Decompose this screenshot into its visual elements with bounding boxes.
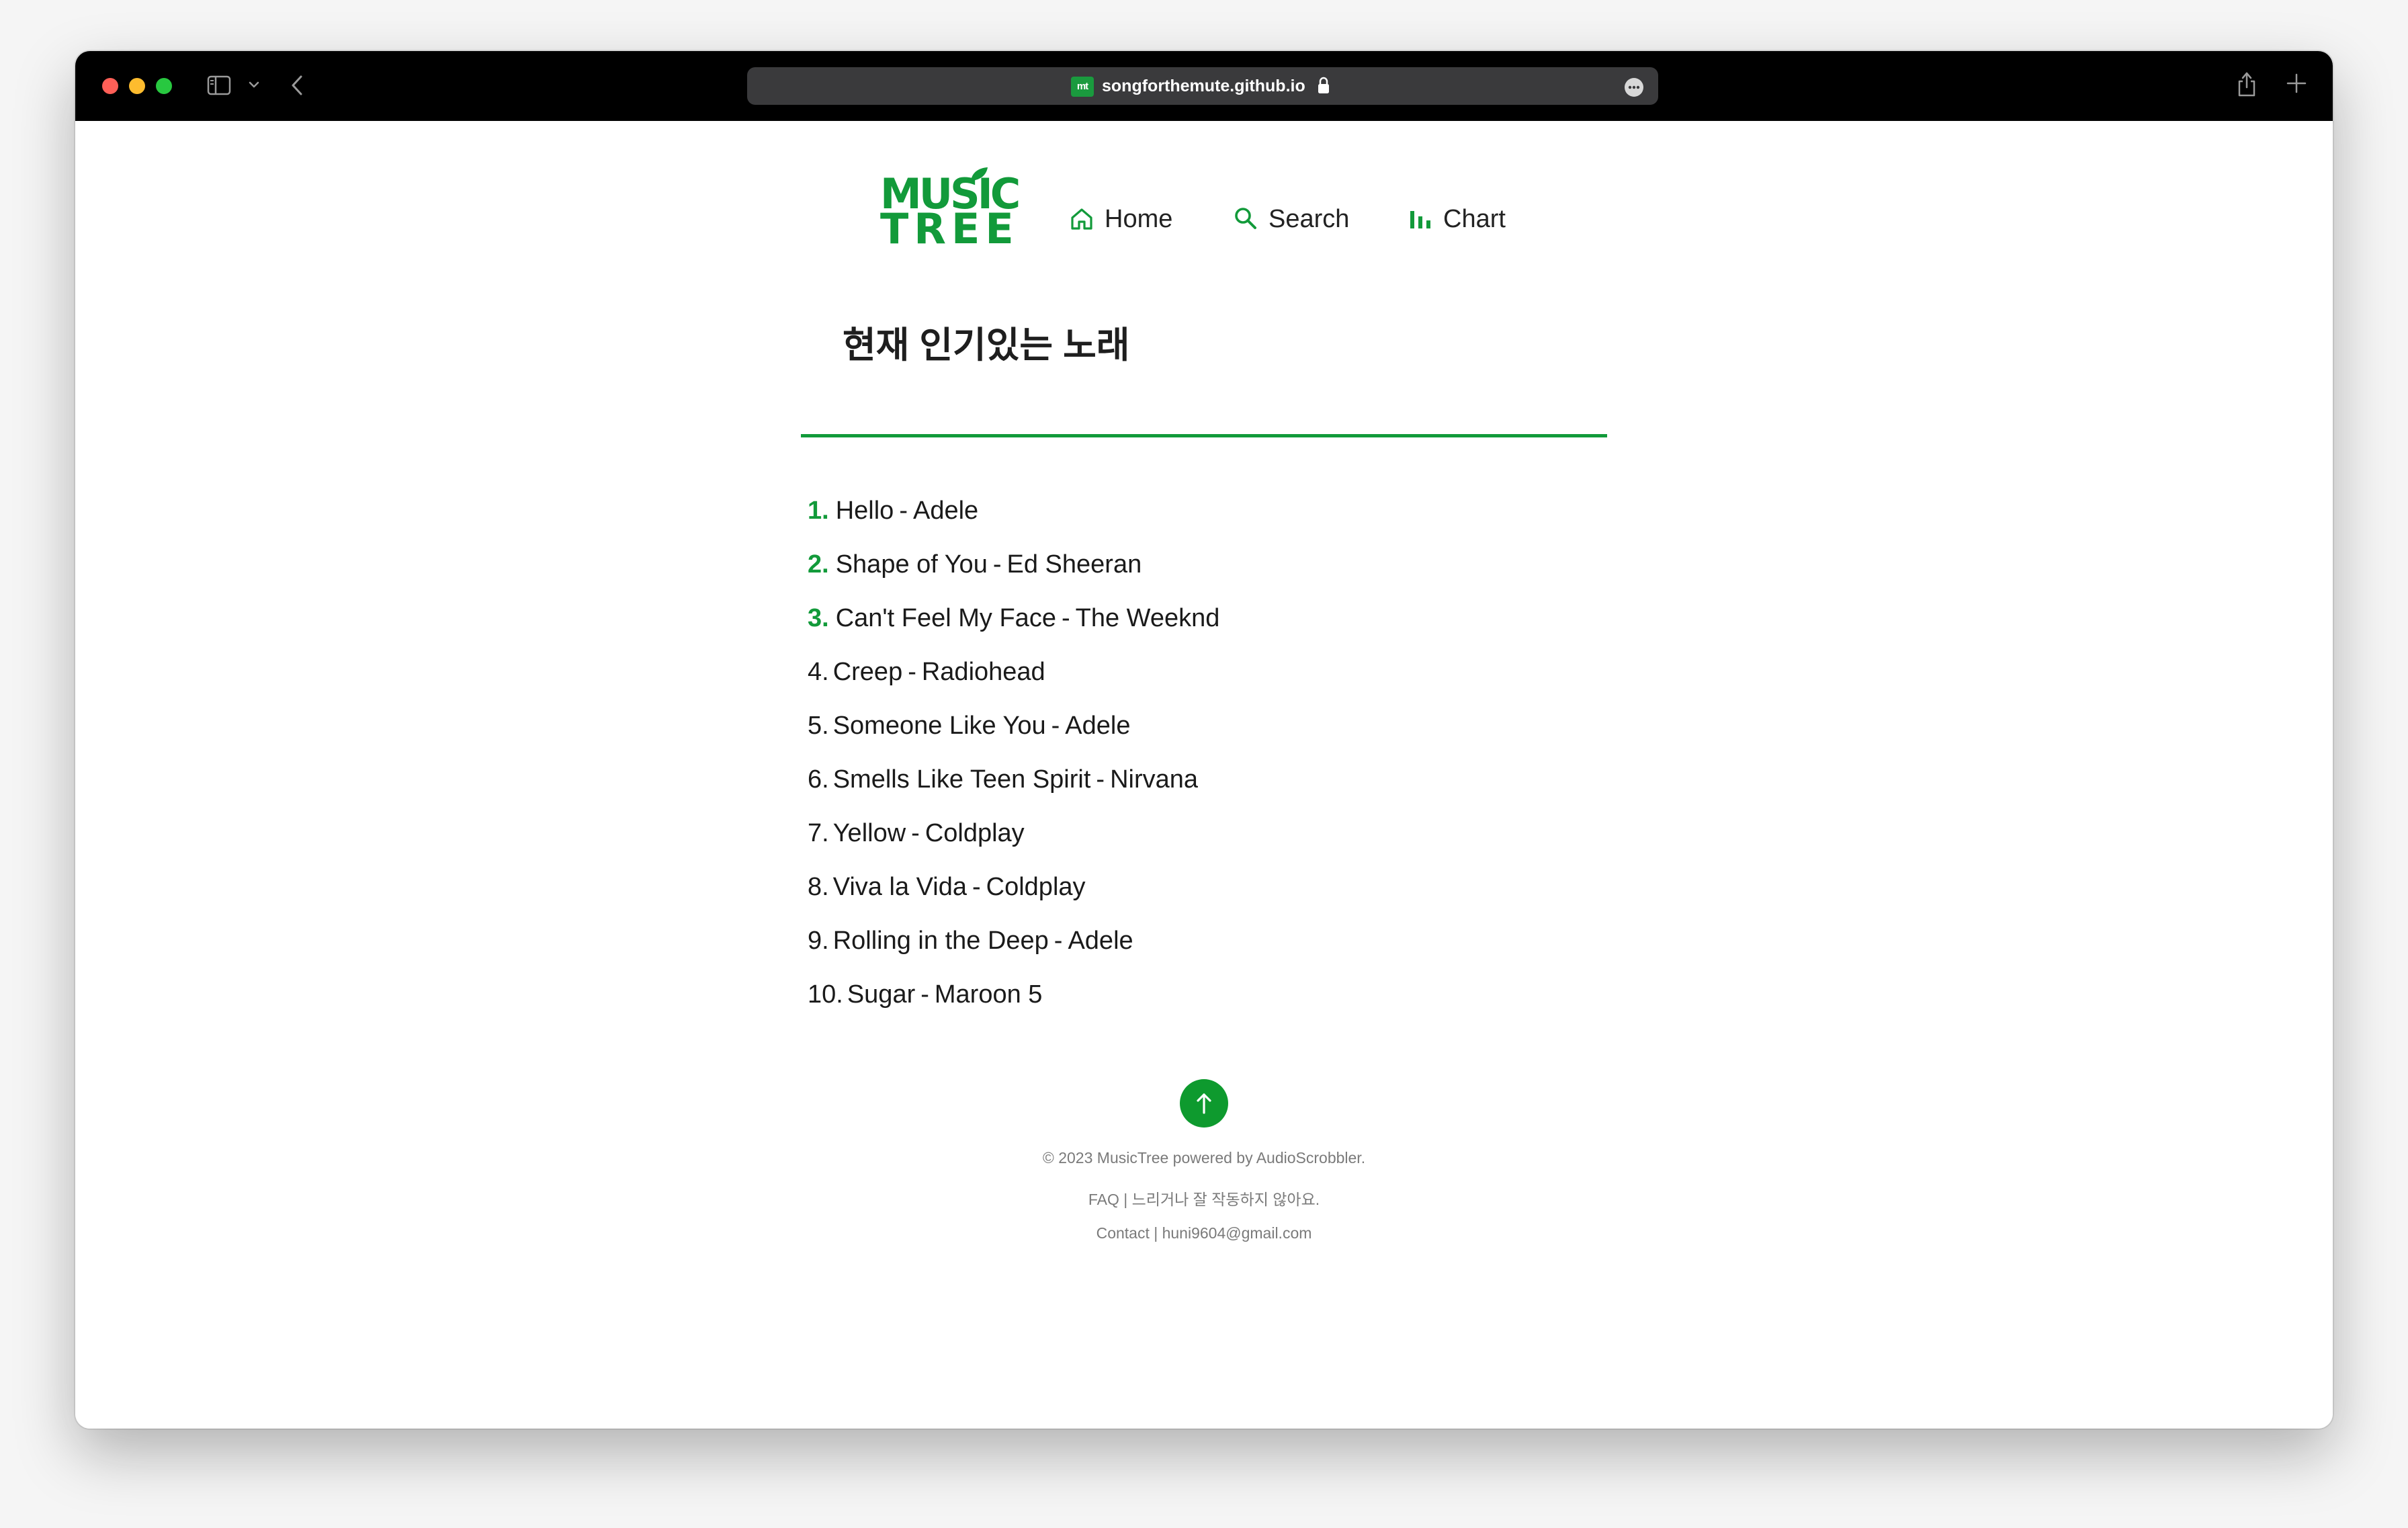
lock-icon (1318, 77, 1329, 93)
song-rank: 9. (808, 927, 829, 955)
song-separator: - (1051, 712, 1060, 740)
list-item[interactable]: 5. Someone Like You - Adele (808, 699, 1614, 753)
browser-titlebar: mt songforthemute.github.io (75, 51, 2333, 121)
song-separator: - (1061, 604, 1070, 632)
nav-home[interactable]: Home (1068, 200, 1172, 238)
nav-home-label: Home (1105, 204, 1173, 233)
song-title: Rolling in the Deep (832, 927, 1049, 955)
song-separator: - (908, 658, 916, 686)
song-title: Yellow (832, 819, 906, 847)
page-content: MUSIC TREE Home Search Chart 현재 인기있는 노래 … (75, 121, 2333, 1429)
song-title: Can't Feel My Face (835, 604, 1056, 632)
song-rank: 7. (808, 819, 829, 847)
song-chart-list: 1. Hello - Adele 2. Shape of You - Ed Sheeran … (808, 484, 1614, 1021)
song-title: Creep (832, 658, 903, 686)
song-rank: 8. (808, 873, 829, 901)
song-rank: 10. (808, 980, 843, 1009)
bar-chart-icon (1410, 211, 1430, 228)
more-options-icon[interactable] (1623, 77, 1645, 98)
chevron-down-icon[interactable] (247, 78, 261, 91)
list-item[interactable]: 7. Yellow - Coldplay (808, 806, 1614, 860)
song-separator: - (992, 550, 1002, 579)
nav-search-label: Search (1268, 204, 1350, 233)
scroll-to-top-button[interactable] (1180, 1079, 1228, 1128)
song-rank: 3. (808, 604, 829, 632)
site-favicon: mt (1071, 77, 1094, 97)
song-separator: - (1054, 927, 1063, 955)
list-item[interactable]: 8. Viva la Vida - Coldplay (808, 860, 1614, 914)
list-item[interactable]: 2. Shape of You - Ed Sheeran (808, 538, 1614, 591)
address-bar[interactable]: mt songforthemute.github.io (747, 67, 1658, 105)
song-rank: 4. (808, 658, 829, 686)
song-artist: Nirvana (1110, 765, 1199, 794)
song-rank: 1. (808, 497, 829, 525)
song-artist: Adele (1065, 712, 1131, 740)
musictree-logo[interactable]: MUSIC TREE (880, 167, 1021, 253)
zoom-window-button[interactable] (156, 78, 172, 94)
song-rank: 2. (808, 550, 829, 579)
footer-faq[interactable]: FAQ | 느리거나 잘 작동하지 않아요. (75, 1187, 2333, 1209)
song-rank: 5. (808, 712, 829, 740)
song-title: Smells Like Teen Spirit (832, 765, 1091, 794)
back-arrow-icon[interactable] (288, 74, 306, 97)
song-artist: Adele (1068, 927, 1133, 955)
song-artist: Coldplay (924, 819, 1025, 847)
share-icon[interactable] (2236, 70, 2258, 98)
logo-line-tree: TREE (880, 204, 1019, 253)
minimize-window-button[interactable] (129, 78, 145, 94)
footer-contact[interactable]: Contact | huni9604@gmail.com (75, 1224, 2333, 1242)
home-icon (1071, 208, 1092, 230)
song-artist: Coldplay (986, 873, 1086, 901)
song-rank: 6. (808, 765, 829, 794)
arrow-up-icon (1197, 1093, 1211, 1114)
leaf-icon (971, 167, 988, 181)
list-item[interactable]: 10. Sugar - Maroon 5 (808, 968, 1614, 1021)
song-separator: - (899, 497, 908, 525)
song-artist: Ed Sheeran (1006, 550, 1142, 579)
page-title: 현재 인기있는 노래 (843, 325, 1130, 366)
list-item[interactable]: 1. Hello - Adele (808, 484, 1614, 538)
nav-chart-label: Chart (1443, 204, 1506, 233)
song-separator: - (920, 980, 929, 1009)
url-text[interactable]: songforthemute.github.io (1102, 75, 1305, 97)
search-icon (1235, 208, 1256, 229)
footer-copyright: © 2023 MusicTree powered by AudioScrobbl… (1042, 1149, 1366, 1166)
song-separator: - (1096, 765, 1105, 794)
browser-window: mt songforthemute.github.io MUSIC TREE H… (75, 51, 2333, 1429)
list-item[interactable]: 4. Creep - Radiohead (808, 645, 1614, 699)
new-tab-plus-icon[interactable] (2286, 73, 2307, 94)
song-title: Hello (835, 497, 894, 525)
song-title: Sugar (847, 980, 916, 1009)
list-item[interactable]: 6. Smells Like Teen Spirit - Nirvana (808, 753, 1614, 806)
nav-search[interactable]: Search (1232, 200, 1349, 238)
song-artist: The Weeknd (1075, 604, 1220, 632)
list-item[interactable]: 9. Rolling in the Deep - Adele (808, 914, 1614, 968)
sidebar-toggle-icon[interactable] (207, 75, 231, 95)
song-separator: - (911, 819, 920, 847)
song-title: Shape of You (835, 550, 988, 579)
site-header: MUSIC TREE Home Search Chart (75, 121, 2333, 269)
title-divider (801, 434, 1607, 437)
song-separator: - (972, 873, 981, 901)
close-window-button[interactable] (102, 78, 118, 94)
nav-chart[interactable]: Chart (1407, 200, 1506, 238)
list-item[interactable]: 3. Can't Feel My Face - The Weeknd (808, 591, 1614, 645)
song-title: Viva la Vida (832, 873, 967, 901)
song-title: Someone Like You (832, 712, 1046, 740)
song-artist: Radiohead (921, 658, 1045, 686)
song-artist: Adele (912, 497, 979, 525)
song-artist: Maroon 5 (934, 980, 1043, 1009)
